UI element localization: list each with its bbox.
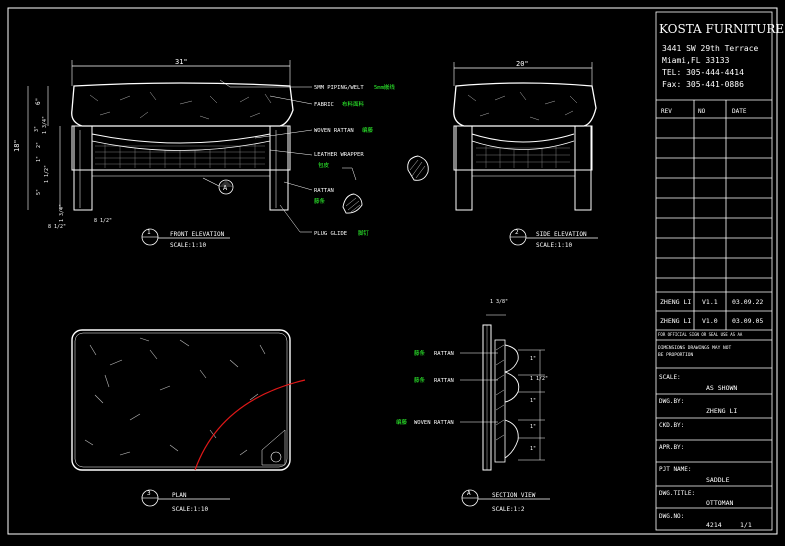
section-view-title: SECTION VIEW [492, 492, 536, 499]
svg-text:1 3/4": 1 3/4" [59, 204, 65, 222]
svg-text:包皮: 包皮 [318, 161, 330, 169]
svg-text:20": 20" [516, 60, 529, 68]
svg-text:1": 1" [530, 356, 536, 362]
svg-text:藤条: 藤条 [314, 197, 326, 205]
svg-text:布料面料: 布料面料 [342, 100, 365, 108]
section-view-scale: SCALE:1:2 [492, 506, 525, 513]
dimension-note-2: BE PROPORTION [658, 353, 694, 358]
rev-row-2-date: 03.09.05 [732, 317, 764, 325]
svg-text:1 1/2": 1 1/2" [44, 165, 50, 183]
svg-text:1": 1" [530, 446, 536, 452]
svg-text:WOVEN RATTAN: WOVEN RATTAN [414, 420, 454, 426]
svg-text:编藤: 编藤 [362, 126, 374, 134]
dimension-note-1: DIMENSIONS DRAWINGS MAY NOT [658, 346, 732, 351]
svg-text:编藤: 编藤 [396, 418, 408, 426]
svg-text:18": 18" [13, 139, 21, 152]
dwg-no-value: 4214 [706, 521, 722, 529]
svg-text:A: A [467, 490, 471, 497]
plan-view-scale: SCALE:1:10 [172, 506, 209, 513]
rev-row-1-version: V1.1 [702, 298, 718, 306]
svg-text:LEATHER WRAPPER: LEATHER WRAPPER [314, 152, 364, 158]
rev-row-2-name: ZHENG LI [660, 317, 692, 325]
rattan-profile-detail [342, 193, 363, 214]
address-line-2: Miami,FL 33133 [662, 56, 730, 65]
scale-label: SCALE: [659, 374, 681, 381]
scale-value: AS SHOWN [706, 384, 738, 392]
svg-text:2": 2" [36, 142, 42, 148]
dwg-title-value: OTTOMAN [706, 499, 734, 507]
front-elevation: 31" 18" 6" 3" 1 3/4" 2" 1" 1 1/2" 5" 1 3… [13, 58, 363, 249]
drawn-by-value: ZHENG LI [706, 407, 738, 415]
svg-text:FABRIC: FABRIC [314, 102, 334, 108]
svg-text:3: 3 [147, 490, 151, 497]
side-elevation: 20" 2 SIDE ELEVATION SCALE:1:10 [407, 60, 598, 249]
svg-text:1 3/4": 1 3/4" [42, 116, 48, 134]
project-label: PJT NAME: [659, 466, 692, 473]
svg-text:6": 6" [35, 98, 42, 105]
svg-text:RATTAN: RATTAN [434, 378, 454, 384]
svg-text:1 3/8": 1 3/8" [490, 299, 508, 305]
rev-header: REV [661, 108, 672, 115]
rev-row-2-version: V1.0 [702, 317, 718, 325]
svg-text:藤条: 藤条 [414, 349, 426, 357]
svg-text:2: 2 [515, 229, 519, 236]
plan-view-title: PLAN [172, 492, 187, 499]
rev-row-1-name: ZHENG LI [660, 298, 692, 306]
rev-row-1-date: 03.09.22 [732, 298, 764, 306]
rattan-cross-section [407, 155, 429, 181]
callout-labels: 5MM PIPING/WELT 5mm嵌线 FABRIC 布料面料 WOVEN … [314, 83, 395, 237]
project-value: SADDLE [706, 476, 730, 484]
title-block-grid [655, 11, 773, 531]
fax: Fax: 305-441-0886 [662, 80, 744, 89]
company-name: KOSTA FURNITURE [659, 22, 785, 36]
dwg-title-label: DWG.TITLE: [659, 490, 696, 497]
address-line-1: 3441 SW 29th Terrace [662, 44, 759, 53]
drawn-by-label: DWG.BY: [659, 398, 685, 405]
svg-text:5": 5" [36, 189, 42, 195]
sheet-number: 1/1 [740, 521, 752, 529]
front-view-title: FRONT ELEVATION [170, 231, 225, 238]
front-view-scale: SCALE:1:10 [170, 242, 207, 249]
front-width-dim: 31" [175, 58, 188, 66]
checked-by-label: CKD.BY: [659, 422, 685, 429]
svg-text:RATTAN: RATTAN [314, 188, 334, 194]
svg-text:1: 1 [147, 229, 151, 236]
svg-text:8 1/2": 8 1/2" [48, 224, 66, 230]
date-header: DATE [732, 108, 747, 115]
svg-text:脚钉: 脚钉 [358, 229, 370, 237]
side-view-scale: SCALE:1:10 [536, 242, 573, 249]
svg-text:3": 3" [34, 126, 40, 132]
svg-text:PLUG GLIDE: PLUG GLIDE [314, 231, 347, 237]
official-note: FOR OFFICIAL SIGN OR SEAL USE AS AA [658, 332, 743, 337]
tel: TEL: 305-444-4414 [662, 68, 744, 77]
svg-text:5mm嵌线: 5mm嵌线 [374, 83, 395, 91]
front-cushion [71, 82, 294, 127]
approved-by-label: APR.BY: [659, 444, 685, 451]
svg-text:1": 1" [36, 156, 42, 162]
svg-text:1 1/2": 1 1/2" [530, 376, 548, 382]
svg-text:RATTAN: RATTAN [434, 351, 454, 357]
svg-text:1": 1" [530, 398, 536, 404]
svg-text:WOVEN RATTAN: WOVEN RATTAN [314, 128, 354, 134]
section-view: 1 3/8" 1" 1 1/2" 1" 1" 1" 藤条 RATTAN 藤条 R… [396, 299, 550, 513]
svg-text:藤条: 藤条 [414, 376, 426, 384]
drawing-sheet: 31" 18" 6" 3" 1 3/4" 2" 1" 1 1/2" 5" 1 3… [0, 0, 785, 542]
dwg-no-label: DWG.NO: [659, 513, 685, 520]
svg-text:1": 1" [530, 424, 536, 430]
side-view-title: SIDE ELEVATION [536, 231, 587, 238]
svg-text:5MM PIPING/WELT: 5MM PIPING/WELT [314, 85, 364, 91]
plan-view: 3 PLAN SCALE:1:10 [71, 329, 306, 513]
no-header: NO [698, 108, 706, 115]
section-cut-arc [194, 379, 306, 471]
svg-text:8 1/2": 8 1/2" [94, 218, 112, 224]
